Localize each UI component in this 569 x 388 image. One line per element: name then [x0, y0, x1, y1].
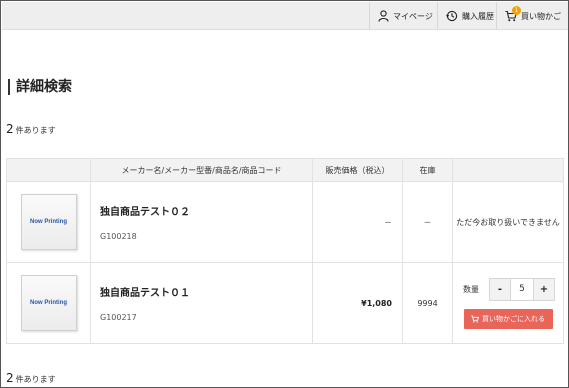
quantity-plus-button[interactable]: + [534, 278, 554, 300]
product-image[interactable]: Now Printing [20, 194, 77, 250]
result-count-top: 2 件あります [6, 122, 56, 138]
header-image [6, 158, 91, 182]
product-image-cell: Now Printing [6, 181, 91, 263]
product-image-text: Now Printing [30, 219, 67, 225]
cart-label: 買い物かご [521, 11, 561, 21]
add-to-cart-button[interactable]: 買い物かごに入れる [463, 308, 553, 329]
page-frame: マイページ 購入履歴 1 買い物かご 詳細検索 2 件あります メーカー名/メー… [0, 0, 569, 388]
quantity-row: 数量 - 5 + [455, 277, 563, 301]
table-header-row: メーカー名/メーカー型番/商品名/商品コード 販売価格（税込） 在庫 [6, 158, 564, 182]
quantity-stepper: - 5 + [489, 277, 555, 301]
cart-link[interactable]: 1 買い物かご [496, 2, 568, 30]
result-count-suffix: 件あります [15, 126, 56, 135]
result-count-number: 2 [6, 122, 14, 136]
mypage-label: マイページ [393, 11, 433, 21]
result-count-bottom: 2 件あります [6, 371, 56, 387]
user-icon [378, 10, 389, 22]
product-stock: 9994 [402, 262, 453, 344]
cart-count-badge: 1 [512, 6, 521, 15]
product-price: ¥1,080 [312, 262, 403, 344]
product-name[interactable]: 独自商品テスト０１ [91, 284, 312, 299]
product-price: － [312, 181, 403, 263]
result-count-number: 2 [6, 371, 14, 385]
header-product: メーカー名/メーカー型番/商品名/商品コード [90, 158, 313, 182]
title-accent-bar [8, 79, 10, 95]
header-price: 販売価格（税込） [312, 158, 403, 182]
product-info-cell: 独自商品テスト０１ G100217 [90, 262, 313, 344]
product-name[interactable]: 独自商品テスト０２ [91, 203, 312, 218]
product-info-cell: 独自商品テスト０２ G100218 [90, 181, 313, 263]
cart-icon [471, 315, 479, 323]
top-header: マイページ 購入履歴 1 買い物かご [2, 2, 568, 30]
header-action [452, 158, 564, 182]
history-clock-icon [446, 10, 458, 22]
result-count-suffix: 件あります [15, 375, 56, 384]
quantity-minus-button[interactable]: - [490, 278, 510, 300]
product-image-text: Now Printing [30, 300, 67, 306]
results-table: メーカー名/メーカー型番/商品名/商品コード 販売価格（税込） 在庫 Now P… [6, 158, 564, 344]
quantity-label: 数量 [463, 284, 479, 294]
history-label: 購入履歴 [462, 11, 494, 21]
product-image[interactable]: Now Printing [20, 275, 77, 331]
add-to-cart-label: 買い物かごに入れる [482, 314, 545, 323]
product-image-cell: Now Printing [6, 262, 91, 344]
quantity-input[interactable]: 5 [510, 278, 534, 300]
product-stock: － [402, 181, 453, 263]
unavailable-message: ただ今お取り扱いできません [452, 181, 564, 263]
product-code: G100217 [100, 313, 137, 322]
table-row: Now Printing 独自商品テスト０１ G100217 ¥1,080 99… [6, 262, 564, 344]
purchase-cell: 数量 - 5 + 買い物かごに入れる [452, 262, 564, 344]
page-title: 詳細検索 [16, 79, 72, 95]
purchase-history-link[interactable]: 購入履歴 [437, 2, 496, 30]
table-row: Now Printing 独自商品テスト０２ G100218 － － ただ今お取… [6, 181, 564, 263]
mypage-link[interactable]: マイページ [369, 2, 437, 30]
product-code: G100218 [100, 232, 137, 241]
header-stock: 在庫 [402, 158, 453, 182]
